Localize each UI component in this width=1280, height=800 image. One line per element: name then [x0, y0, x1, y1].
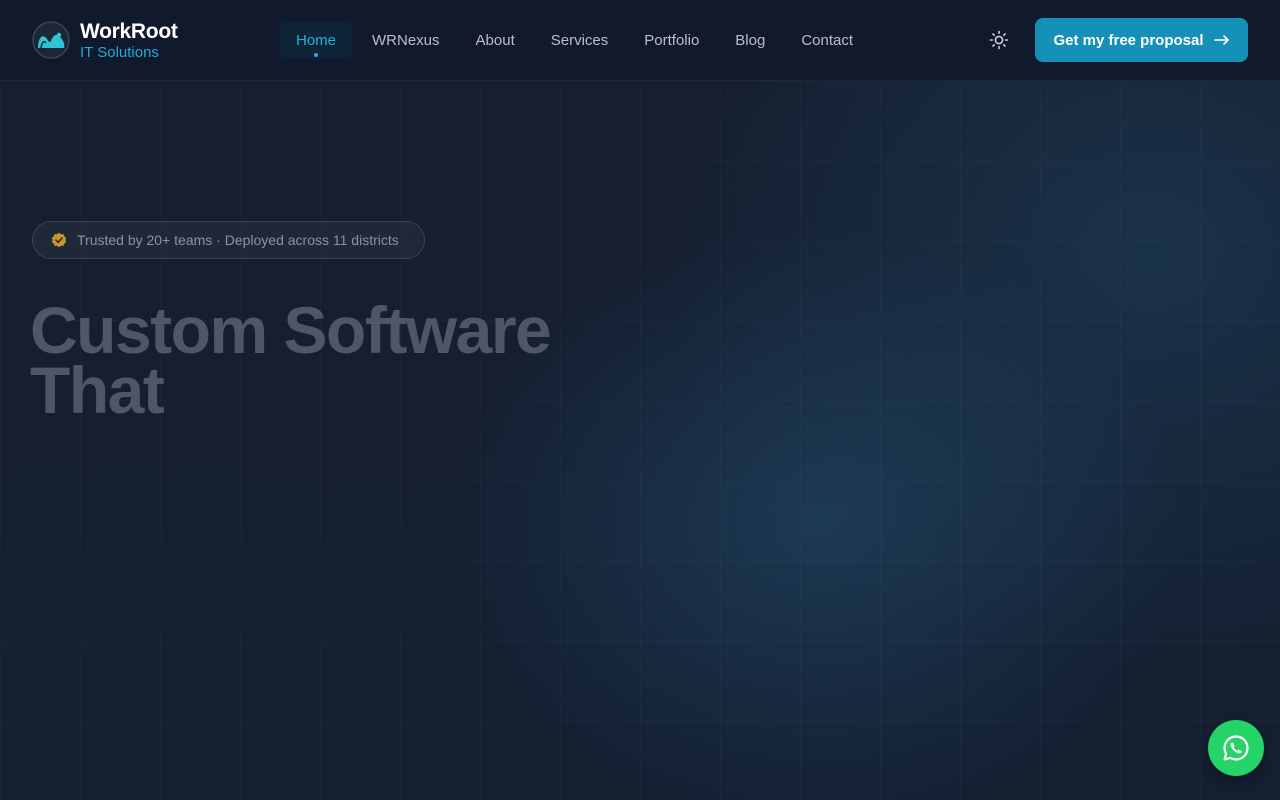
main-nav: Home WRNexus About Services Portfolio Bl… — [280, 22, 873, 58]
page: WorkRoot IT Solutions Home WRNexus About… — [0, 0, 1280, 800]
theme-toggle-button[interactable] — [985, 26, 1013, 54]
nav-item-blog[interactable]: Blog — [719, 22, 781, 58]
trust-badge: Trusted by 20+ teams · Deployed across 1… — [32, 221, 425, 259]
nav-item-about[interactable]: About — [460, 22, 531, 58]
nav-item-portfolio[interactable]: Portfolio — [628, 22, 715, 58]
whatsapp-chat-button[interactable] — [1208, 720, 1264, 776]
verified-check-icon — [51, 232, 67, 248]
active-indicator-dot — [314, 53, 318, 57]
hero-title: Custom Software That — [30, 293, 650, 427]
nav-item-contact[interactable]: Contact — [785, 22, 869, 58]
brand-name: WorkRoot — [80, 19, 178, 43]
nav-item-label: Blog — [735, 31, 766, 49]
background-grid — [0, 80, 1280, 800]
cta-label: Get my free proposal — [1053, 31, 1204, 49]
brand-subtitle: IT Solutions — [80, 43, 159, 61]
nav-item-label: About — [475, 31, 515, 49]
workroot-logo-icon — [32, 21, 70, 59]
nav-item-label: Contact — [801, 31, 854, 49]
nav-item-services[interactable]: Services — [535, 22, 625, 58]
nav-item-label: Home — [296, 31, 337, 49]
get-proposal-button[interactable]: Get my free proposal — [1035, 18, 1248, 62]
brand-logo-link[interactable]: WorkRoot IT Solutions — [32, 20, 178, 60]
nav-item-label: Services — [550, 31, 609, 49]
arrow-right-icon — [1213, 34, 1230, 46]
sun-icon — [989, 30, 1009, 50]
trust-badge-text: Trusted by 20+ teams · Deployed across 1… — [77, 232, 399, 248]
whatsapp-icon — [1223, 735, 1249, 761]
hero-title-line: Custom Software — [30, 293, 552, 367]
nav-item-label: WRNexus — [372, 31, 440, 49]
nav-item-label: Portfolio — [644, 31, 700, 49]
hero-title-line: That — [30, 353, 165, 427]
nav-item-home[interactable]: Home — [280, 22, 353, 58]
nav-item-wrnexus[interactable]: WRNexus — [356, 22, 456, 58]
site-header: WorkRoot IT Solutions Home WRNexus About… — [0, 0, 1280, 81]
